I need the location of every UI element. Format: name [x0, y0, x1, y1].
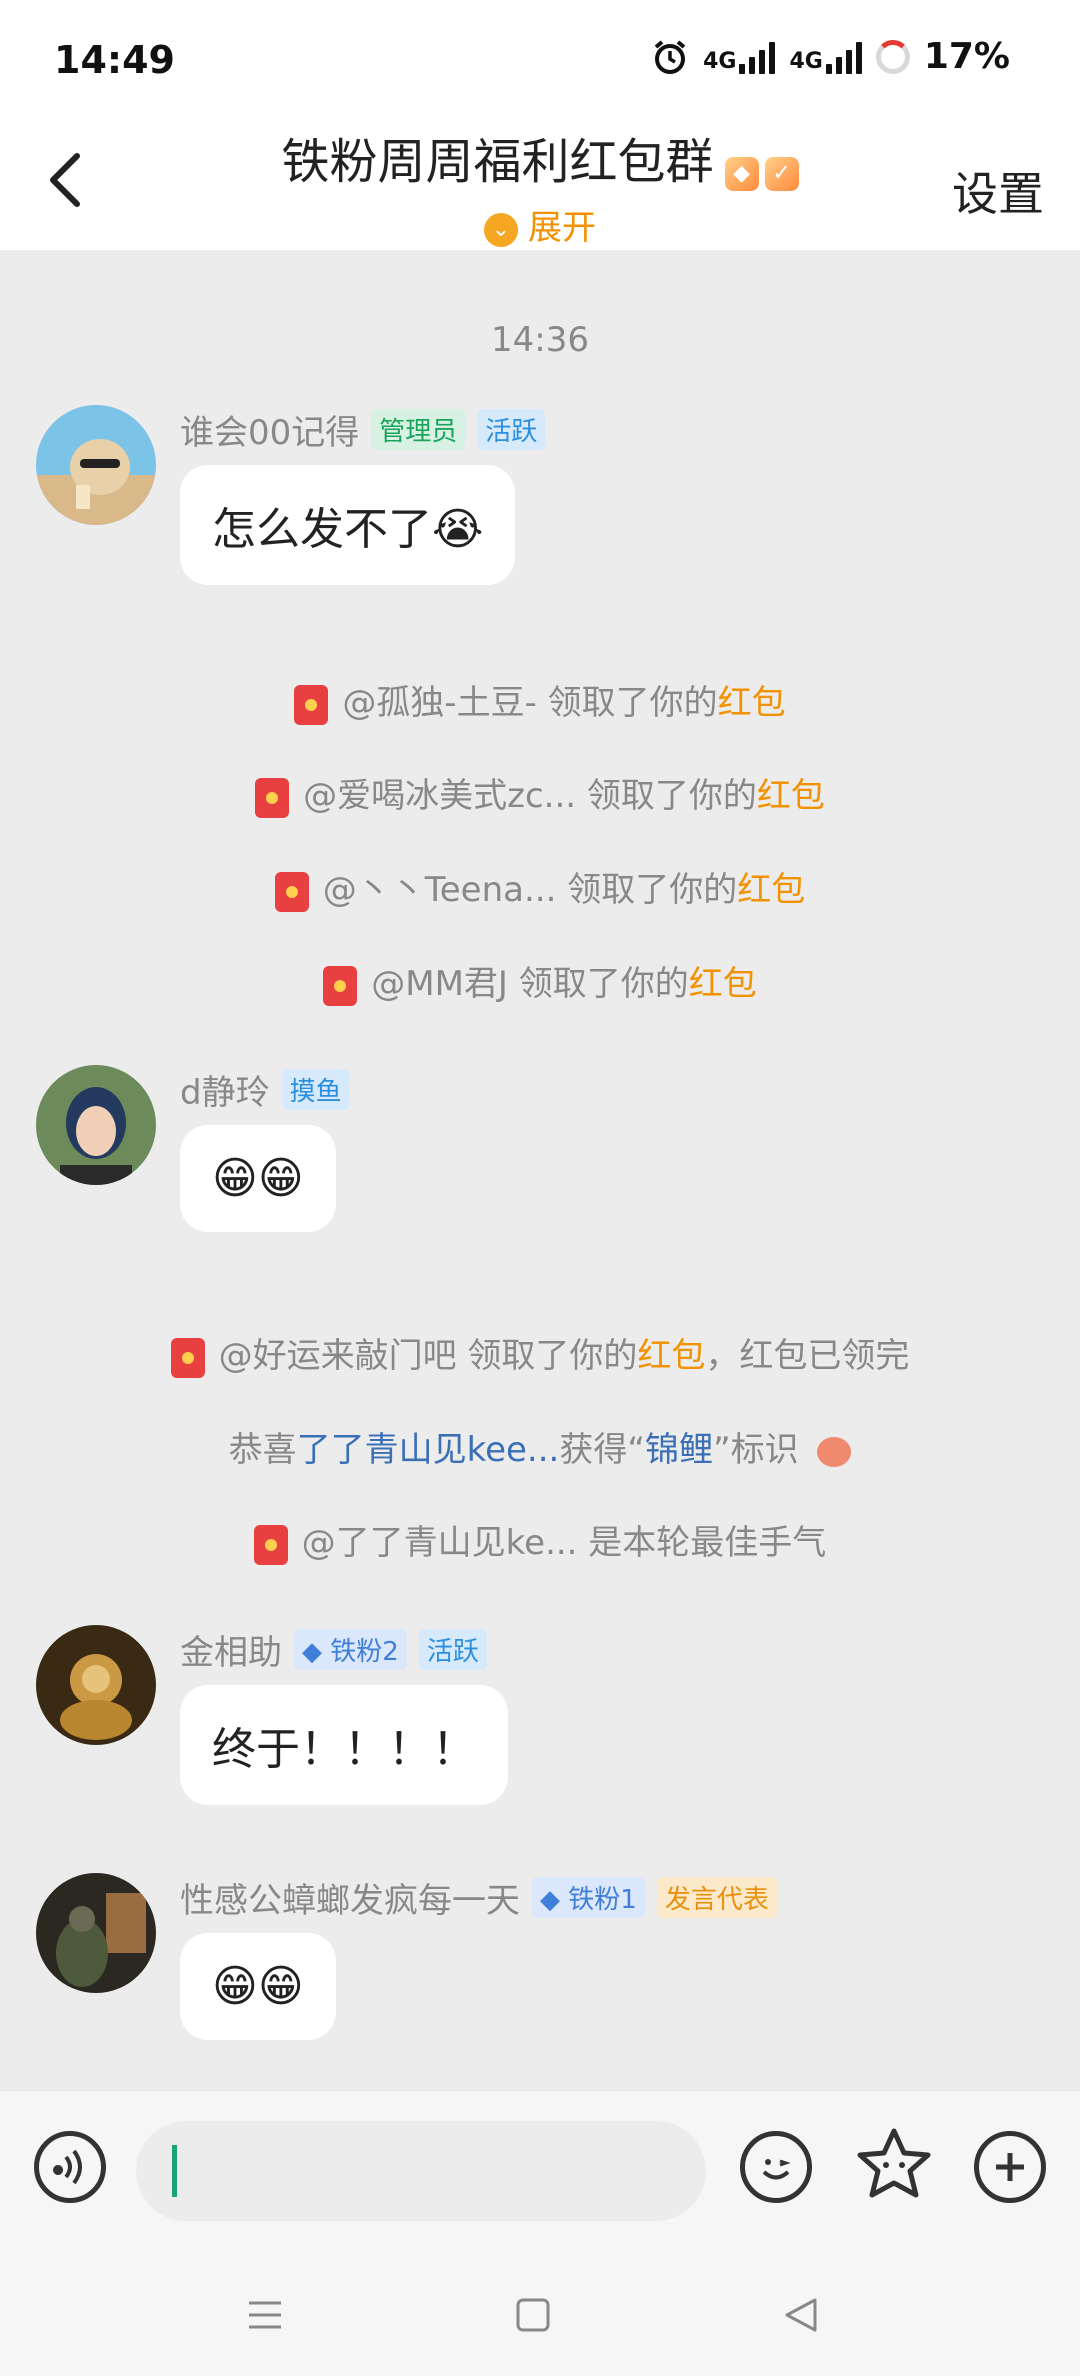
gem-badge-icon: ◆ [724, 156, 759, 191]
red-packet-icon [274, 871, 309, 912]
text-caret [172, 2145, 177, 2197]
home-nav-button[interactable] [508, 2290, 558, 2340]
signal-icon-1: 4G [703, 40, 776, 74]
red-packet-notice: @孤独-土豆- 领取了你的红包 [0, 675, 1080, 725]
red-packet-icon [253, 1524, 288, 1565]
fan-level-tag: ◆ 铁粉2 [294, 1629, 407, 1670]
voice-button[interactable] [34, 2131, 106, 2203]
battery-level: 17% [923, 36, 1010, 77]
chat-header: 铁粉周周福利红包群 ◆ ✓ ⌄ 展开 设置 [0, 110, 1080, 250]
fan-level-tag: ◆ 铁粉1 [532, 1877, 645, 1918]
alarm-icon [654, 39, 686, 74]
red-packet-icon [323, 965, 358, 1006]
active-tag: 活跃 [477, 409, 546, 450]
message-bubble[interactable]: 😁😁 [180, 1125, 336, 1232]
sticker-button[interactable] [854, 2125, 934, 2205]
verified-badge-icon: ✓ [764, 156, 799, 191]
group-title: 铁粉周周福利红包群 [281, 134, 714, 190]
lucky-koi-notice: 恭喜了了青山见kee...获得“锦鲤”标识 [0, 1422, 1080, 1471]
battery-icon [875, 39, 910, 74]
expand-button[interactable]: ⌄ 展开 [0, 200, 1080, 249]
chevron-down-icon: ⌄ [484, 212, 518, 247]
sender-name[interactable]: 谁会00记得 [180, 405, 359, 454]
red-packet-link[interactable]: 红包 [718, 683, 786, 723]
sender-name[interactable]: 金相助 [180, 1625, 282, 1674]
emoji-icon [762, 2159, 791, 2180]
more-button[interactable] [974, 2131, 1046, 2203]
speaker-tag: 发言代表 [656, 1877, 777, 1918]
best-luck-notice: @了了青山见ke... 是本轮最佳手气 [0, 1515, 1080, 1565]
user-link[interactable]: 了了青山见kee... [297, 1430, 560, 1470]
avatar[interactable] [36, 1873, 156, 1993]
status-time: 14:49 [54, 38, 175, 82]
emoji-button[interactable] [740, 2131, 812, 2203]
menu-nav-button[interactable] [240, 2290, 290, 2340]
status-bar: 14:49 4G 4G 17% [0, 0, 1080, 110]
message-bubble[interactable]: 终于！！！！ [180, 1685, 508, 1805]
avatar[interactable] [36, 405, 156, 525]
red-packet-icon [294, 684, 329, 725]
signal-icon-2: 4G [789, 40, 862, 74]
red-packet-icon [170, 1337, 205, 1378]
voice-icon [53, 2149, 82, 2185]
system-nav-bar [0, 2250, 1080, 2376]
back-triangle-icon [785, 2298, 817, 2332]
red-packet-notice: @MM君J 领取了你的红包 [0, 956, 1080, 1006]
home-square-icon [516, 2298, 550, 2332]
red-packet-notice: @丶丶Teena... 领取了你的红包 [0, 862, 1080, 912]
avatar[interactable] [36, 1625, 156, 1745]
input-bar [0, 2090, 1080, 2251]
red-packet-link[interactable]: 红包 [637, 1336, 705, 1376]
koi-badge-link[interactable]: 锦鲤 [645, 1430, 713, 1470]
status-icons: 4G 4G 17% [651, 36, 1010, 77]
koi-icon [817, 1436, 852, 1467]
message-bubble[interactable]: 怎么发不了😭 [180, 465, 516, 585]
red-packet-icon [255, 777, 290, 818]
active-tag: 活跃 [418, 1629, 487, 1670]
red-packet-link[interactable]: 红包 [757, 776, 825, 816]
sticker-icon [857, 2128, 931, 2198]
chat-area[interactable]: 14:36 谁会00记得 管理员 活跃 怎么发不了😭 @孤独-土豆- 领取了你的… [0, 250, 1080, 2090]
admin-tag: 管理员 [371, 409, 466, 450]
message-bubble[interactable]: 😁😁 [180, 1933, 336, 2040]
sender-name[interactable]: 性感公蟑螂发疯每一天 [180, 1873, 520, 1922]
moyu-tag: 摸鱼 [281, 1069, 350, 1110]
red-packet-link[interactable]: 红包 [689, 964, 757, 1004]
avatar[interactable] [36, 1065, 156, 1185]
back-nav-button[interactable] [776, 2290, 826, 2340]
red-packet-notice: @好运来敲门吧 领取了你的红包，红包已领完 [0, 1328, 1080, 1378]
sender-name[interactable]: d静玲 [180, 1065, 270, 1114]
time-divider: 14:36 [491, 320, 589, 360]
plus-icon [996, 2153, 1024, 2181]
menu-icon [249, 2301, 281, 2329]
red-packet-link[interactable]: 红包 [737, 870, 805, 910]
settings-button[interactable]: 设置 [952, 158, 1044, 224]
red-packet-notice: @爱喝冰美式zc... 领取了你的红包 [0, 768, 1080, 818]
message-input[interactable] [136, 2121, 706, 2221]
